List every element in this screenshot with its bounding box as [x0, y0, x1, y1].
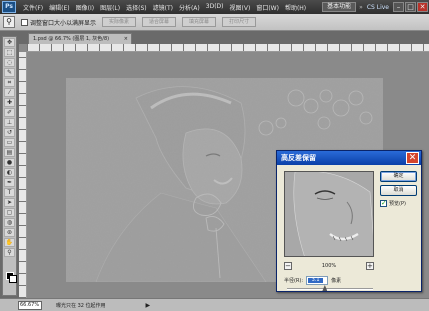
- hand-tool-icon[interactable]: ✋: [4, 238, 15, 247]
- toolbox: ✥ ⬚ ◌ ✎ ⌗ ⁄ ✚ ✐ ⊥ ↺ ▭ ▤ ● ◐ ✒ T ➤ ▢ ◍ ⊛ …: [2, 36, 17, 296]
- preview-zoom-out-button[interactable]: −: [284, 262, 292, 270]
- ruler-vertical: [19, 52, 27, 298]
- high-pass-dialog: 高反差保留 ✕ − 100% + 确定 取消 ✓ 预览(P) 半径(R): 3.…: [276, 150, 422, 292]
- preview-zoom-value: 100%: [321, 263, 337, 269]
- dialog-close-button[interactable]: ✕: [406, 152, 419, 164]
- document-tab-label: 1.psd @ 66.7% (图层 1, 灰色/8): [33, 36, 110, 42]
- move-tool-icon[interactable]: ✥: [4, 38, 15, 47]
- history-brush-tool-icon[interactable]: ↺: [4, 128, 15, 137]
- menu-view[interactable]: 视图(V): [227, 3, 254, 12]
- radius-unit: 像素: [331, 278, 342, 284]
- dialog-title: 高反差保留: [281, 154, 316, 162]
- zoom-tool-icon-box[interactable]: ⚲: [4, 248, 15, 257]
- radius-slider-track[interactable]: [287, 288, 373, 290]
- maximize-button[interactable]: □: [405, 2, 416, 12]
- healing-brush-tool-icon[interactable]: ✚: [4, 98, 15, 107]
- status-bar: 66.67% 曝光只在 32 位起作用 ▶: [0, 298, 429, 311]
- marquee-tool-icon[interactable]: ⬚: [4, 48, 15, 57]
- workspace-more-button[interactable]: »: [359, 4, 363, 11]
- photoshop-logo: Ps: [2, 1, 16, 13]
- gradient-tool-icon[interactable]: ▤: [4, 148, 15, 157]
- menu-file[interactable]: 文件(F): [20, 3, 46, 12]
- preview-face-image: [285, 172, 373, 256]
- preview-checkbox-label: 预览(P): [389, 201, 406, 207]
- pen-tool-icon[interactable]: ✒: [4, 178, 15, 187]
- preview-zoom-controls: − 100% +: [284, 261, 374, 271]
- clone-stamp-tool-icon[interactable]: ⊥: [4, 118, 15, 127]
- eyedropper-tool-icon[interactable]: ⁄: [4, 88, 15, 97]
- status-info-text: 曝光只在 32 位起作用: [56, 302, 106, 309]
- cancel-button[interactable]: 取消: [380, 185, 417, 196]
- options-bar: ⚲ 调整窗口大小以满屏显示 实际像素 适合屏幕 填充屏幕 打印尺寸: [0, 14, 429, 31]
- type-tool-icon[interactable]: T: [4, 188, 15, 197]
- resize-windows-checkbox[interactable]: [21, 18, 28, 26]
- menu-filter[interactable]: 滤镜(T): [150, 3, 176, 12]
- ruler-horizontal: [27, 44, 429, 52]
- print-size-button[interactable]: 打印尺寸: [222, 17, 257, 27]
- filter-preview-window[interactable]: [284, 171, 374, 257]
- workspace-switcher[interactable]: 基本功能: [322, 2, 357, 12]
- menu-select[interactable]: 选择(S): [123, 3, 150, 12]
- menu-bar: 文件(F) 编辑(E) 图像(I) 图层(L) 选择(S) 滤镜(T) 分析(A…: [20, 3, 309, 12]
- menu-image[interactable]: 图像(I): [73, 3, 97, 12]
- crop-tool-icon[interactable]: ⌗: [4, 78, 15, 87]
- document-tab[interactable]: 1.psd @ 66.7% (图层 1, 灰色/8) ×: [28, 33, 132, 44]
- titlebar-right: 基本功能 » CS Live – □ ✕: [322, 0, 429, 14]
- app-titlebar: Ps 文件(F) 编辑(E) 图像(I) 图层(L) 选择(S) 滤镜(T) 分…: [0, 0, 429, 14]
- path-select-tool-icon[interactable]: ➤: [4, 198, 15, 207]
- menu-edit[interactable]: 编辑(E): [46, 3, 72, 12]
- menu-help[interactable]: 帮助(H): [282, 3, 309, 12]
- quick-select-tool-icon[interactable]: ✎: [4, 68, 15, 77]
- 3d-orbit-tool-icon[interactable]: ⊛: [4, 228, 15, 237]
- lasso-tool-icon[interactable]: ◌: [4, 58, 15, 67]
- resize-windows-label: 调整窗口大小以满屏显示: [30, 19, 97, 27]
- preview-checkbox[interactable]: ✓: [380, 200, 387, 207]
- brush-tool-icon[interactable]: ✐: [4, 108, 15, 117]
- status-menu-arrow-icon[interactable]: ▶: [146, 302, 151, 309]
- menu-3d[interactable]: 3D(D): [203, 3, 227, 12]
- actual-pixels-button[interactable]: 实际像素: [102, 17, 137, 27]
- 3d-rotate-tool-icon[interactable]: ◍: [4, 218, 15, 227]
- ok-button[interactable]: 确定: [380, 171, 417, 182]
- close-window-button[interactable]: ✕: [417, 2, 428, 12]
- radius-input[interactable]: 3.1: [306, 276, 329, 285]
- fill-screen-button[interactable]: 填充屏幕: [182, 17, 217, 27]
- document-tab-close[interactable]: ×: [124, 34, 128, 44]
- radius-value: 3.1: [308, 278, 324, 283]
- radius-label: 半径(R):: [284, 278, 304, 284]
- zoom-level-field[interactable]: 66.67%: [18, 300, 42, 310]
- fit-screen-button[interactable]: 适合屏幕: [142, 17, 177, 27]
- preview-checkbox-row[interactable]: ✓ 预览(P): [380, 200, 406, 207]
- eraser-tool-icon[interactable]: ▭: [4, 138, 15, 147]
- menu-analysis[interactable]: 分析(A): [176, 3, 203, 12]
- shape-tool-icon[interactable]: ▢: [4, 208, 15, 217]
- cs-live-button[interactable]: CS Live: [367, 4, 389, 11]
- blur-tool-icon[interactable]: ●: [4, 158, 15, 167]
- menu-window[interactable]: 窗口(W): [253, 3, 282, 12]
- background-color-swatch[interactable]: [9, 275, 17, 283]
- dodge-tool-icon[interactable]: ◐: [4, 168, 15, 177]
- zoom-tool-icon[interactable]: ⚲: [3, 16, 15, 28]
- minimize-button[interactable]: –: [393, 2, 404, 12]
- menu-layer[interactable]: 图层(L): [97, 3, 123, 12]
- radius-row: 半径(R): 3.1 像素: [284, 276, 341, 285]
- dialog-titlebar[interactable]: 高反差保留 ✕: [277, 151, 421, 165]
- preview-zoom-in-button[interactable]: +: [365, 262, 374, 270]
- resize-windows-option[interactable]: 调整窗口大小以满屏显示: [21, 18, 96, 27]
